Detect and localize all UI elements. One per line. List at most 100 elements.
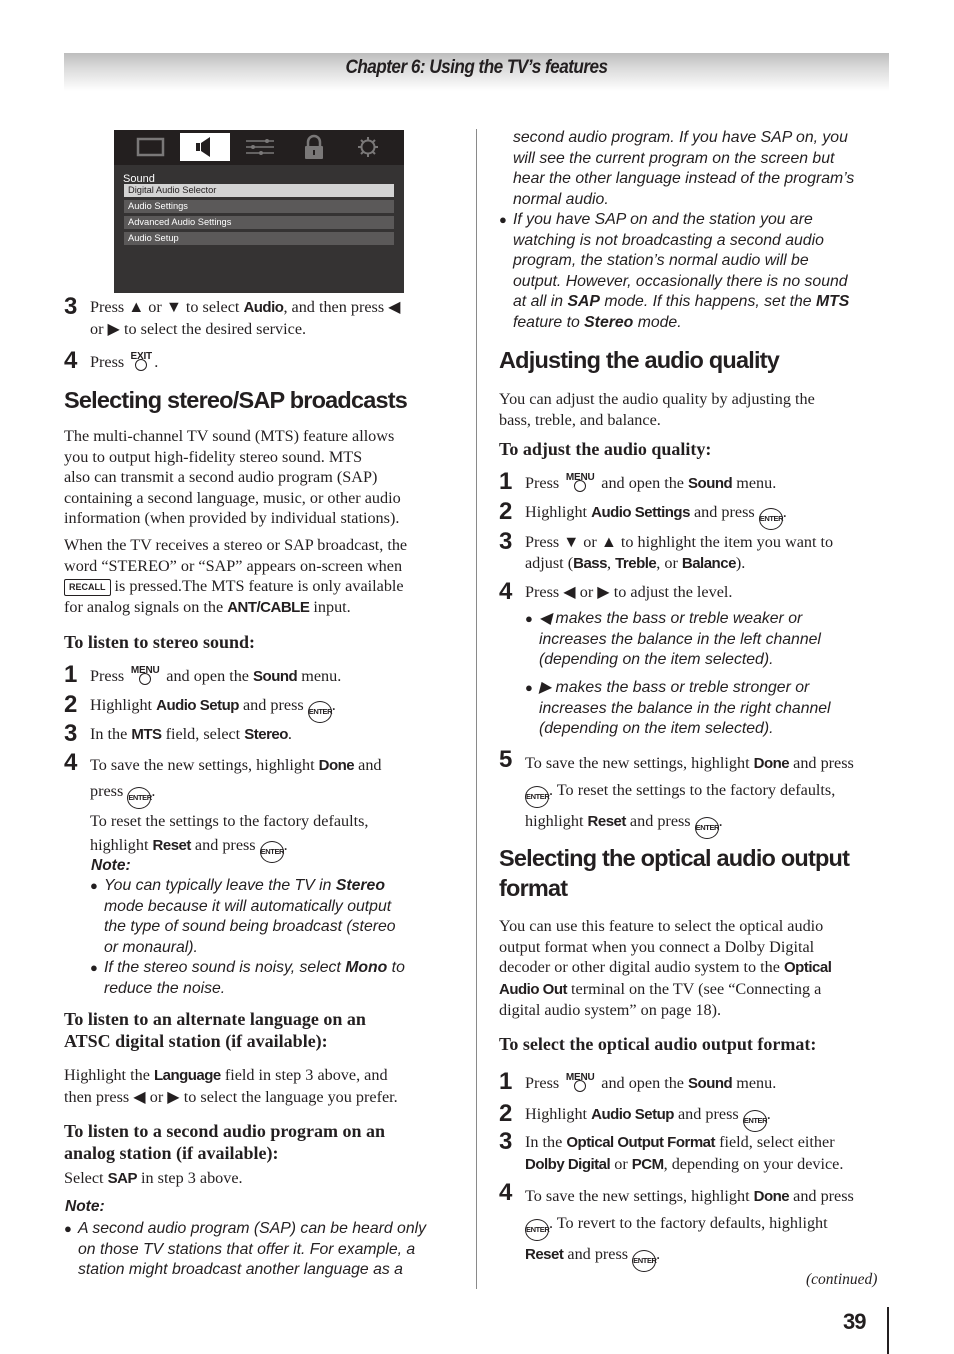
text: to — [387, 959, 405, 976]
step-number: 3 — [64, 293, 77, 320]
text-line: information (when provided by individual… — [64, 509, 400, 527]
note-text: ▶ makes the bass or treble stronger or i… — [525, 678, 905, 740]
text-line: format — [499, 875, 568, 901]
text-line: on those TV stations that offer it. For … — [78, 1240, 416, 1258]
text-line: analog station (if available): — [64, 1143, 279, 1163]
keyword: Mono — [345, 959, 388, 976]
lock-icon — [289, 133, 339, 161]
note-label: Note: — [65, 1198, 105, 1215]
keyword: Done — [753, 1188, 790, 1205]
note-text: A second audio program (SAP) can be hear… — [64, 1219, 464, 1281]
text: decoder or other digital audio system to… — [499, 958, 785, 976]
text: . — [283, 836, 288, 854]
enter-button-icon: ENTER — [307, 701, 333, 723]
text-line: word “STEREO” or “SAP” appears on-screen… — [64, 556, 403, 575]
step-number: 1 — [499, 468, 512, 495]
text: and press — [625, 812, 695, 830]
audio-quality-paragraph: You can adjust the audio quality by adju… — [499, 389, 815, 430]
step-number: 2 — [499, 498, 512, 525]
text: In the — [90, 725, 132, 743]
text: and press — [789, 754, 854, 772]
text: Highlight — [525, 1105, 592, 1123]
text: and press — [238, 696, 308, 714]
note-sap-availability: ● A second audio program (SAP) can be he… — [64, 1219, 464, 1281]
quality-step-4: 4 Press ◀ or ▶ to adjust the level. — [499, 580, 894, 604]
bullet: ● — [64, 1221, 72, 1236]
heading-optical-output: Selecting the optical audio output forma… — [499, 843, 850, 903]
text: and press — [689, 503, 759, 521]
note-text: ◀ makes the bass or treble weaker or inc… — [525, 609, 905, 671]
step-text: Highlight Audio Setup and press ENTER. — [525, 1104, 771, 1132]
text-line: ◀ makes the bass or treble weaker or — [539, 610, 803, 627]
keyword: PCM — [631, 1155, 664, 1173]
step-number: 3 — [64, 720, 77, 747]
text-line: output. However, occasionally there is n… — [513, 272, 848, 290]
text-line: at all in SAP mode. If this happens, set… — [513, 292, 894, 313]
text: ). — [735, 553, 746, 572]
step-text: In the Optical Output Format field, sele… — [525, 1132, 843, 1175]
text: is pressed.The MTS feature is only avail… — [110, 577, 404, 595]
quality-step-2: 2 Highlight Audio Settings and press ENT… — [499, 498, 894, 530]
text: and — [354, 756, 382, 774]
text: or monaural). — [104, 938, 198, 956]
text: menu. — [297, 667, 342, 685]
keyword: Sound — [688, 1075, 733, 1092]
menu-button-icon: MENU — [563, 1072, 597, 1092]
step-text: Press MENU and open the Sound menu. — [90, 665, 341, 688]
text: Press ▼ or ▲ to highlight the item you w… — [525, 533, 834, 551]
subheading-atsc-language: To listen to an alternate language on an… — [64, 1008, 366, 1052]
text: . — [718, 812, 723, 830]
step-text: To save the new settings, highlight Done… — [525, 750, 854, 839]
step-text: Press MENU and open the Sound menu. — [525, 472, 776, 495]
chapter-header: Chapter 6: Using the TV’s features — [64, 53, 889, 91]
note-right-arrow-effect: ● ▶ makes the bass or treble stronger or… — [525, 678, 905, 740]
text-line: containing a second language, music, or … — [64, 488, 401, 507]
text-line: (depending on the item selected). — [539, 651, 774, 668]
text: field, select either — [715, 1133, 835, 1151]
text-line: increases the balance in the left channe… — [539, 630, 821, 648]
column-divider — [476, 129, 477, 1289]
stereo-step-2: 2 Highlight Audio Setup and press ENTER. — [64, 693, 464, 723]
text: or ▶ to select the desired service. — [90, 319, 307, 338]
text: To save the new settings, highlight — [525, 754, 754, 772]
text: Press — [525, 474, 564, 492]
text: . — [656, 1245, 661, 1263]
text: for analog signals on the — [64, 597, 228, 616]
step-text: Highlight Audio Setup and press ENTER. — [90, 695, 336, 723]
step-number: 4 — [64, 347, 77, 374]
text: mode. — [633, 313, 682, 331]
text: and press — [673, 1105, 743, 1123]
enter-button-icon: ENTER — [742, 1110, 768, 1132]
menu-button-icon: MENU — [128, 665, 162, 685]
text: highlight — [525, 812, 588, 830]
note-stereo-mode: ● You can typically leave the TV in Ster… — [90, 876, 470, 958]
text: and press — [789, 1187, 854, 1205]
text: input. — [309, 597, 351, 616]
text-line: (depending on the item selected). — [539, 720, 774, 737]
text: and open the — [597, 1074, 689, 1092]
subheading-stereo-sound: To listen to stereo sound: — [64, 632, 256, 652]
keyword: Stereo — [335, 877, 385, 894]
text: adjust ( — [525, 553, 574, 572]
recall-button-icon: RECALL — [64, 579, 111, 596]
atsc-paragraph: Highlight the Language field in step 3 a… — [64, 1065, 464, 1107]
keyword: Stereo — [244, 726, 288, 743]
text: in step 3 above. — [136, 1169, 243, 1187]
enter-button-icon: ENTER — [694, 817, 719, 839]
step-number: 2 — [499, 1100, 512, 1127]
text: Highlight — [90, 696, 157, 714]
keyword: Balance — [681, 554, 737, 572]
keyword: Audio Setup — [156, 697, 239, 714]
keyword: MTS — [131, 726, 162, 743]
text: terminal on the TV (see “Connecting a — [566, 979, 822, 998]
optical-paragraph: You can use this feature to select the o… — [499, 916, 832, 1021]
keyword: Done — [753, 755, 790, 772]
text: , or — [656, 553, 682, 572]
text-line: The multi-channel TV sound (MTS) feature… — [64, 427, 395, 445]
step-text: To save the new settings, highlight Done… — [90, 753, 382, 863]
note-sap-no-sound: ● If you have SAP on and the station you… — [499, 210, 894, 333]
step-4-press-exit: 4 Press EXIT. — [64, 349, 464, 373]
note-text: If you have SAP on and the station you a… — [499, 210, 894, 333]
stereo-step-3: 3 In the MTS field, select Stereo. — [64, 722, 464, 746]
tv-menu-icon-bar — [114, 130, 404, 165]
